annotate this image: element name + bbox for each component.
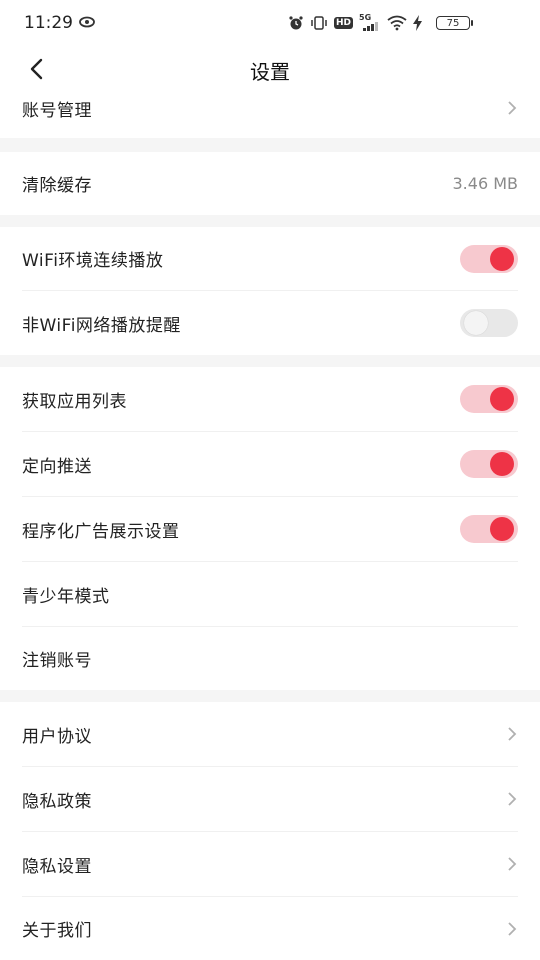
app-list-label: 获取应用列表 (22, 391, 127, 412)
about-us-row[interactable]: 关于我们 (0, 897, 540, 960)
hd-badge: HD (333, 17, 353, 29)
teen-mode-row[interactable]: 青少年模式 (0, 562, 540, 626)
programmatic-ads-label: 程序化广告展示设置 (22, 521, 180, 542)
wifi-autoplay-toggle[interactable] (460, 244, 518, 273)
chevron-right-icon (508, 792, 517, 806)
battery-icon: 75 (436, 16, 473, 30)
account-management-label: 账号管理 (22, 101, 92, 121)
page-title: 设置 (250, 60, 290, 84)
app-list-toggle[interactable] (460, 385, 518, 413)
battery-level: 75 (446, 17, 460, 29)
network-5g-icon: 5G (359, 13, 381, 31)
toggle-knob (490, 246, 514, 271)
status-time: 11:29 (24, 13, 73, 33)
privacy-settings-row[interactable]: 隐私设置 (0, 832, 540, 896)
delete-account-label: 注销账号 (22, 651, 92, 671)
vibrate-icon (311, 16, 327, 30)
clear-cache-row[interactable]: 清除缓存 3.46 MB (0, 152, 540, 215)
non-wifi-reminder-toggle[interactable] (460, 309, 518, 337)
network-label: 5G (359, 13, 372, 22)
user-agreement-row[interactable]: 用户协议 (0, 702, 540, 766)
alarm-icon (289, 16, 303, 30)
about-us-label: 关于我们 (22, 921, 92, 941)
status-bar: 11:29 HD 5G 75 (0, 0, 540, 46)
eye-icon (79, 16, 95, 28)
privacy-settings-label: 隐私设置 (22, 856, 92, 877)
non-wifi-reminder-label: 非WiFi网络播放提醒 (22, 315, 181, 336)
charging-icon (413, 15, 422, 31)
privacy-policy-row[interactable]: 隐私政策 (0, 767, 540, 831)
chevron-right-icon (508, 727, 517, 741)
wifi-icon (387, 15, 407, 31)
toggle-knob (490, 387, 514, 411)
chevron-right-icon (508, 101, 517, 115)
nav-bar: 设置 (0, 46, 540, 92)
clear-cache-label: 清除缓存 (22, 176, 92, 196)
user-agreement-label: 用户协议 (22, 726, 92, 747)
delete-account-row[interactable]: 注销账号 (0, 627, 540, 690)
targeted-push-toggle[interactable] (460, 450, 518, 478)
toggle-knob (464, 311, 488, 335)
non-wifi-reminder-row: 非WiFi网络播放提醒 (0, 291, 540, 355)
targeted-push-label: 定向推送 (22, 456, 92, 477)
app-list-row: 获取应用列表 (0, 367, 540, 431)
teen-mode-label: 青少年模式 (22, 586, 110, 607)
toggle-knob (490, 452, 514, 476)
status-icons: HD 5G (288, 13, 422, 32)
targeted-push-row: 定向推送 (0, 432, 540, 496)
account-management-row[interactable]: 账号管理 (0, 92, 540, 138)
toggle-knob (490, 517, 514, 541)
chevron-right-icon (508, 921, 517, 936)
section-gap (0, 138, 540, 152)
chevron-right-icon (508, 857, 517, 871)
programmatic-ads-toggle[interactable] (460, 515, 518, 543)
wifi-autoplay-row: WiFi环境连续播放 (0, 227, 540, 290)
section-gap (0, 355, 540, 367)
wifi-autoplay-label: WiFi环境连续播放 (22, 251, 164, 271)
section-gap (0, 215, 540, 227)
programmatic-ads-row: 程序化广告展示设置 (0, 497, 540, 561)
cache-size-value: 3.46 MB (452, 174, 519, 193)
privacy-policy-label: 隐私政策 (22, 791, 92, 812)
section-gap (0, 690, 540, 702)
